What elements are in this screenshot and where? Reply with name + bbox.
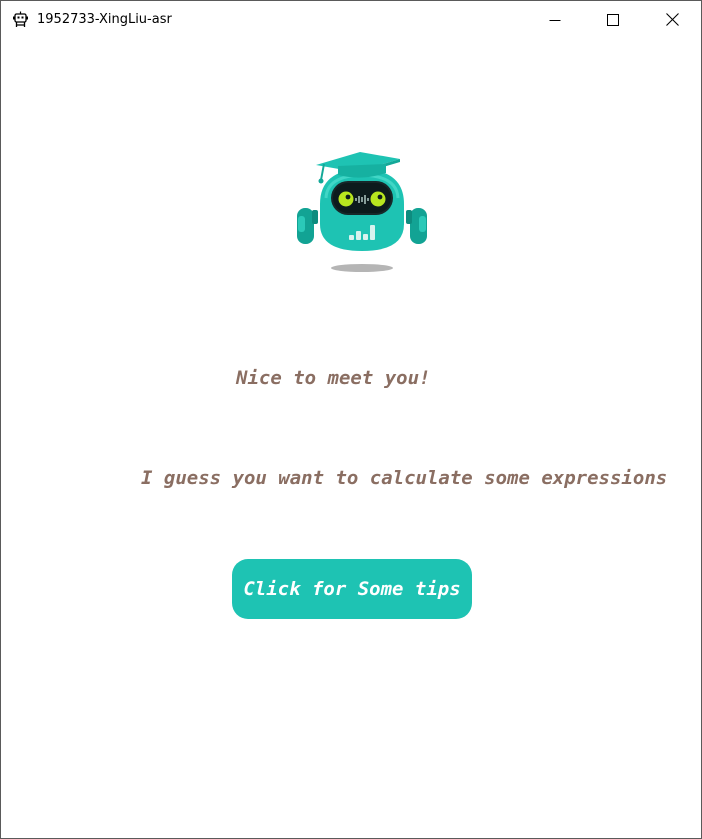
close-button[interactable] <box>643 1 701 38</box>
maximize-icon <box>607 13 619 26</box>
minimize-icon <box>549 19 561 21</box>
close-icon <box>665 13 679 26</box>
window-title: 1952733-XingLiu-asr <box>37 12 172 27</box>
title-bar[interactable]: 1952733-XingLiu-asr <box>1 1 701 38</box>
main-content: Nice to meet you! I guess you want to ca… <box>1 38 701 838</box>
robot-icon <box>13 11 28 27</box>
maximize-button[interactable] <box>584 1 642 38</box>
minimize-button[interactable] <box>526 1 584 38</box>
tips-button[interactable]: Click for Some tips <box>232 559 472 619</box>
greeting-text: Nice to meet you! <box>236 367 431 389</box>
app-window: 1952733-XingLiu-asr Nice to meet you! I … <box>0 0 702 839</box>
robot-graduate-icon <box>297 152 427 272</box>
prompt-text: I guess you want to calculate some expre… <box>141 467 668 489</box>
